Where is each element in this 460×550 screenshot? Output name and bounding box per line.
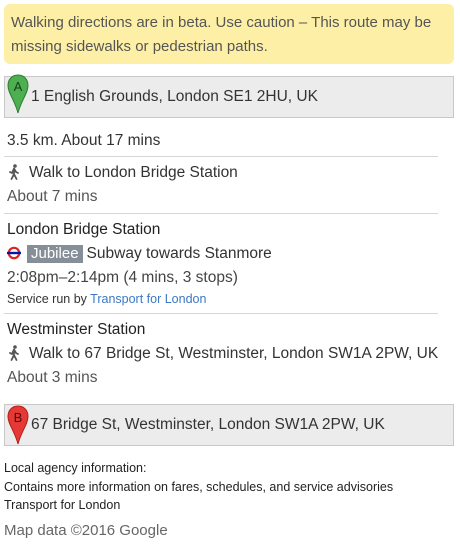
walk-step-1-duration: About 7 mins — [7, 188, 98, 205]
transit-direction: Subway towards Stanmore — [86, 245, 272, 262]
divider — [4, 156, 438, 157]
transit-line-row[interactable]: Jubilee Subway towards Stanmore — [7, 244, 272, 264]
route-summary: 3.5 km. About 17 mins — [7, 132, 161, 149]
arrival-station: Westminster Station — [7, 321, 146, 338]
destination-address: 67 Bridge St, Westminster, London SW1A 2… — [31, 416, 385, 433]
agency-description: Contains more information on fares, sche… — [4, 480, 394, 494]
underground-roundel-icon — [7, 246, 21, 260]
walk-step-2[interactable]: Walk to 67 Bridge St, Westminster, Londo… — [7, 344, 438, 364]
marker-a-icon: A — [7, 74, 29, 114]
map-data-attribution: Map data ©2016 Google — [4, 522, 168, 539]
walk-step-1-instruction: Walk to London Bridge Station — [29, 164, 238, 181]
divider — [4, 213, 438, 214]
walk-step-2-duration: About 3 mins — [7, 369, 98, 386]
marker-b-letter: B — [14, 410, 23, 425]
departure-station: London Bridge Station — [7, 221, 161, 238]
service-operator: Service run by Transport for London — [7, 292, 206, 306]
origin-waypoint[interactable]: A 1 English Grounds, London SE1 2HU, UK — [4, 74, 454, 118]
walk-step-2-instruction: Walk to 67 Bridge St, Westminster, Londo… — [29, 345, 439, 362]
line-badge-jubilee: Jubilee — [27, 245, 83, 263]
agency-link[interactable]: Transport for London — [4, 496, 120, 514]
divider — [4, 313, 438, 314]
beta-warning-banner: Walking directions are in beta. Use caut… — [4, 4, 454, 64]
walking-person-icon — [9, 345, 19, 361]
origin-address: 1 English Grounds, London SE1 2HU, UK — [31, 88, 318, 105]
marker-a-letter: A — [14, 79, 23, 94]
service-prefix: Service run by — [7, 292, 87, 306]
walk-step-1[interactable]: Walk to London Bridge Station — [7, 163, 238, 183]
transit-times: 2:08pm–2:14pm (4 mins, 3 stops) — [7, 269, 238, 286]
destination-waypoint[interactable]: B 67 Bridge St, Westminster, London SW1A… — [4, 404, 454, 446]
walking-person-icon — [9, 164, 19, 180]
marker-b-icon: B — [7, 405, 29, 445]
operator-link[interactable]: Transport for London — [90, 292, 206, 306]
agency-heading: Local agency information: — [4, 461, 147, 475]
directions-panel: Walking directions are in beta. Use caut… — [0, 0, 460, 550]
